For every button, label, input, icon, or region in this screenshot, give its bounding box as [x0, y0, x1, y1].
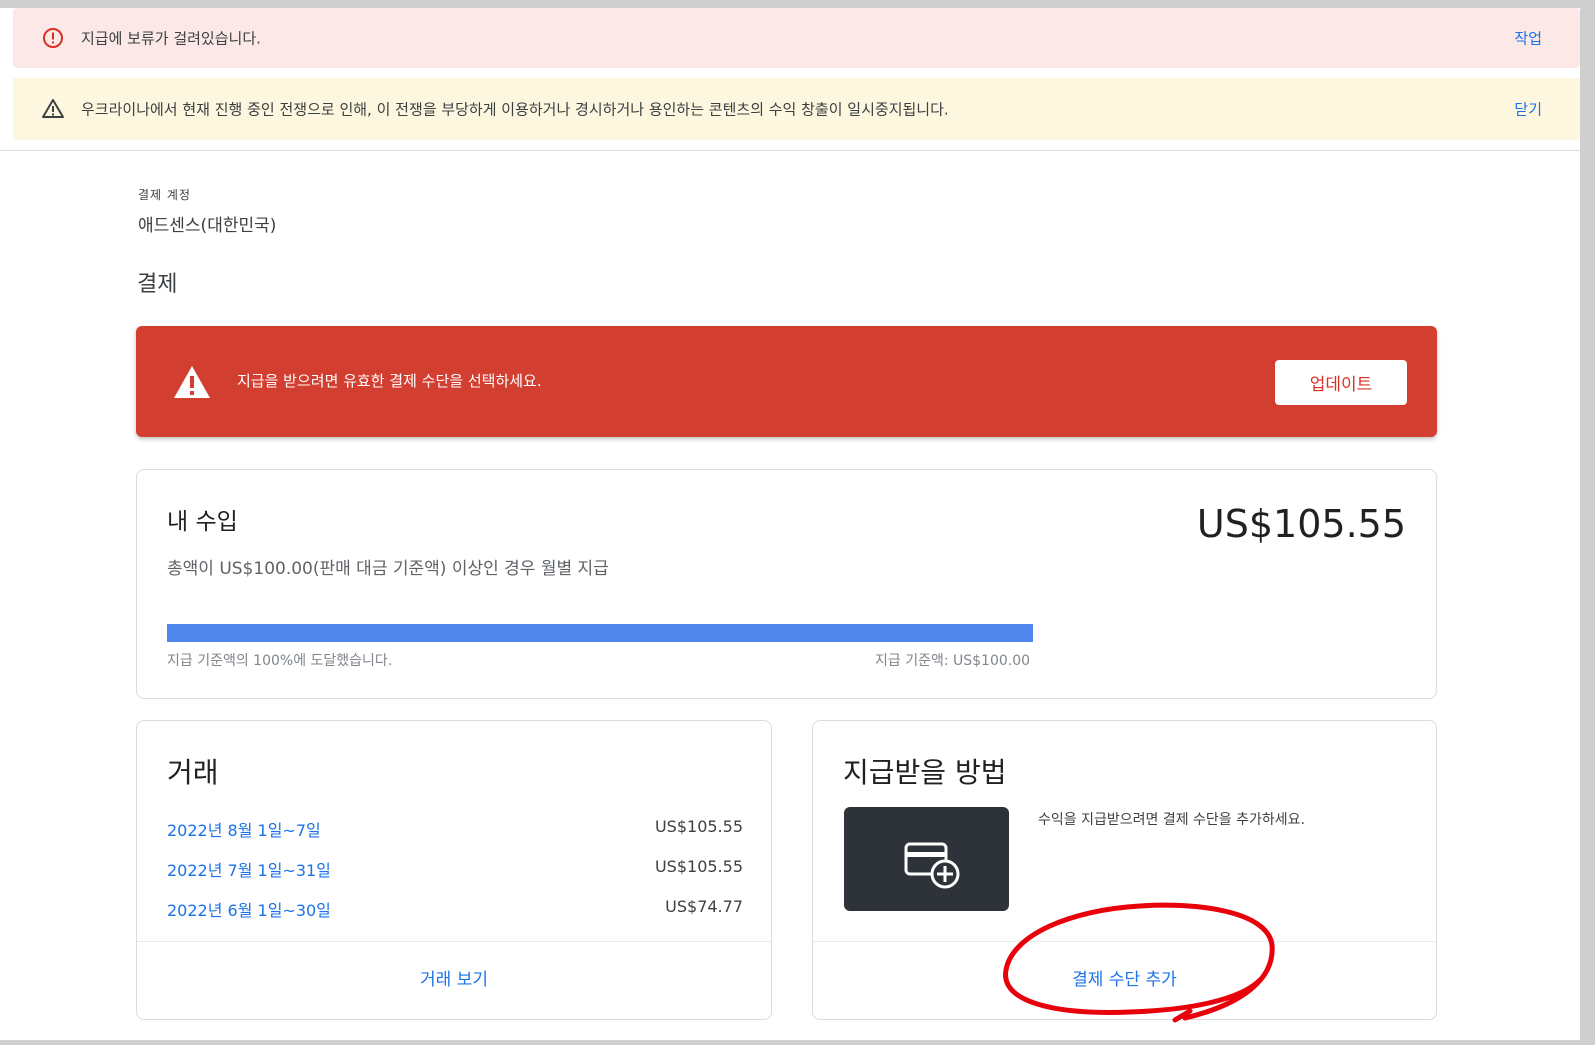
error-circle-icon: [43, 28, 63, 48]
earnings-description: 총액이 US$100.00(판매 대금 기준액) 이상인 경우 월별 지급: [167, 559, 609, 579]
update-button[interactable]: 업데이트: [1275, 360, 1407, 405]
transactions-card: 거래 2022년 8월 1일~7일 US$105.55 2022년 7월 1일~…: [136, 720, 772, 1020]
account-label: 결제 계정: [138, 188, 191, 202]
warning-banner: 우크라이나에서 현재 진행 중인 전쟁으로 인해, 이 전쟁을 부당하게 이용하…: [13, 78, 1580, 140]
view-transactions-link[interactable]: 거래 보기: [137, 942, 771, 1012]
earnings-card: 내 수입 US$105.55 총액이 US$100.00(판매 대금 기준액) …: [136, 469, 1437, 699]
add-payment-method-link[interactable]: 결제 수단 추가: [813, 942, 1436, 1012]
header-divider: [0, 150, 1580, 151]
error-banner-text: 지급에 보류가 걸려있습니다.: [81, 29, 261, 48]
payment-method-description: 수익을 지급받으려면 결제 수단을 추가하세요.: [1038, 812, 1305, 828]
add-card-icon: [904, 842, 960, 889]
warning-triangle-icon: [42, 99, 64, 118]
alert-text: 지급을 받으려면 유효한 결제 수단을 선택하세요.: [237, 372, 542, 390]
error-banner-action-link[interactable]: 작업: [1514, 28, 1542, 49]
earnings-amount: US$105.55: [1196, 502, 1406, 546]
transactions-title: 거래: [167, 756, 219, 789]
payments-page: 지급에 보류가 걸려있습니다. 작업 우크라이나에서 현재 진행 중인 전쟁으로…: [0, 8, 1580, 1040]
threshold-progress-bar: [167, 624, 1033, 642]
error-banner: 지급에 보류가 걸려있습니다. 작업: [13, 8, 1580, 68]
add-card-tile[interactable]: [844, 807, 1009, 911]
transaction-amount: US$74.77: [665, 897, 743, 916]
transaction-amount: US$105.55: [654, 817, 743, 836]
payment-method-alert: 지급을 받으려면 유효한 결제 수단을 선택하세요. 업데이트: [136, 326, 1437, 437]
progress-status-text: 지급 기준액의 100%에 도달했습니다.: [167, 653, 393, 669]
alert-warning-icon: [174, 366, 210, 398]
earnings-title: 내 수입: [167, 509, 238, 535]
page-title: 결제: [137, 272, 178, 297]
transaction-period-link[interactable]: 2022년 6월 1일~30일: [167, 897, 331, 921]
payment-method-title: 지급받을 방법: [843, 756, 1007, 789]
transaction-row: 2022년 8월 1일~7일 US$105.55: [167, 817, 743, 847]
threshold-amount-text: 지급 기준액: US$100.00: [875, 653, 1031, 669]
transaction-period-link[interactable]: 2022년 8월 1일~7일: [167, 817, 321, 841]
threshold-progress-fill: [167, 624, 1033, 642]
account-name: 애드센스(대한민국): [138, 216, 277, 236]
payment-method-card: 지급받을 방법 수익을 지급받으려면 결제 수단을 추가하세요. 결제 수단 추…: [812, 720, 1437, 1020]
transaction-row: 2022년 6월 1일~30일 US$74.77: [167, 897, 743, 927]
warning-banner-dismiss-link[interactable]: 닫기: [1514, 99, 1542, 120]
warning-banner-text: 우크라이나에서 현재 진행 중인 전쟁으로 인해, 이 전쟁을 부당하게 이용하…: [81, 100, 949, 119]
transaction-period-link[interactable]: 2022년 7월 1일~31일: [167, 857, 331, 881]
transaction-amount: US$105.55: [654, 857, 743, 876]
transaction-row: 2022년 7월 1일~31일 US$105.55: [167, 857, 743, 887]
